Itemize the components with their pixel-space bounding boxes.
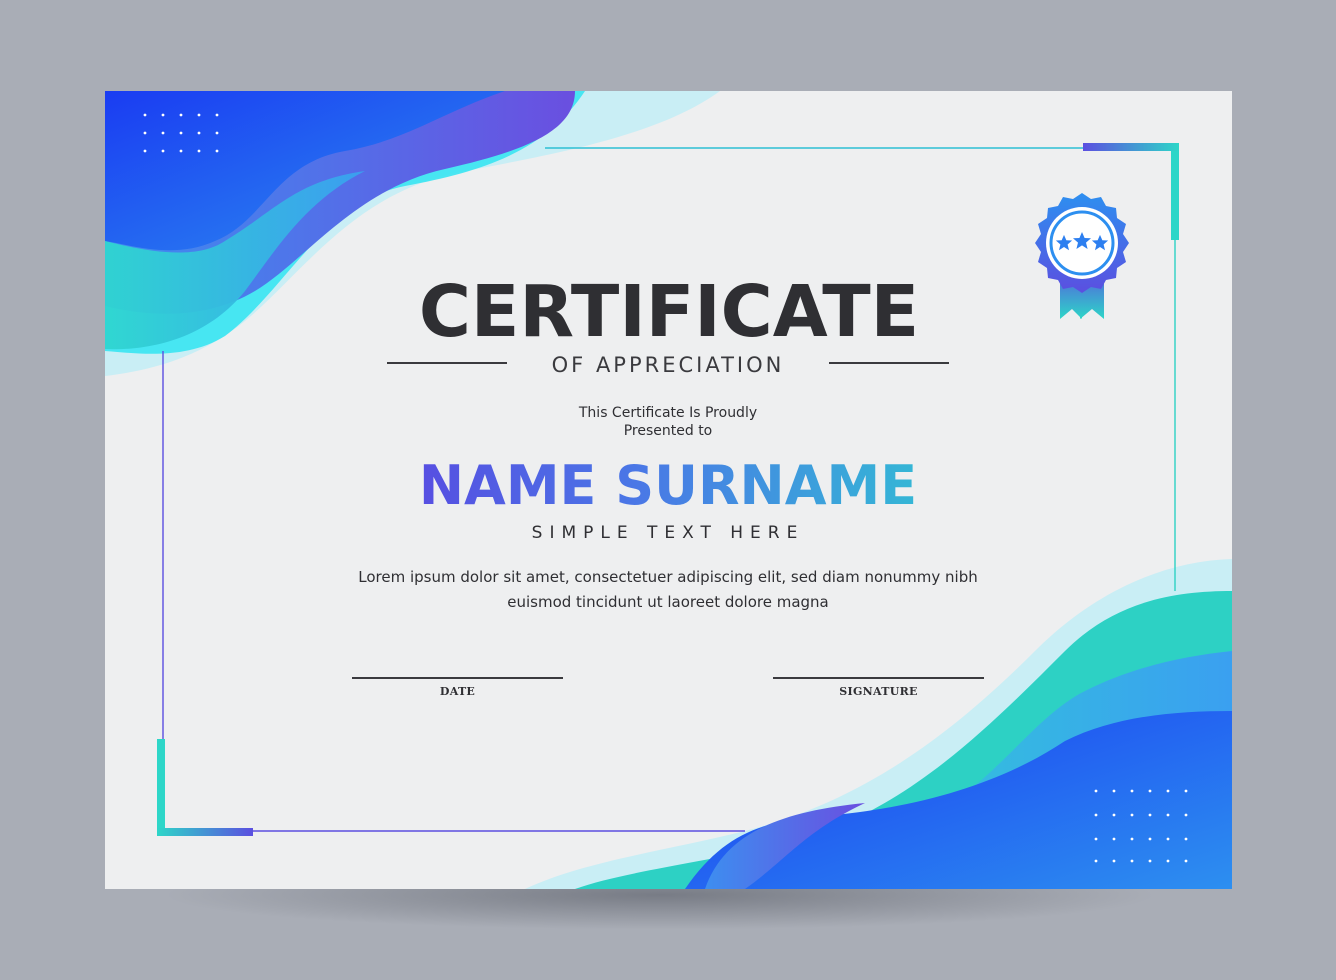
signature-label: SIGNATURE [839, 685, 918, 698]
body-line-2: euismod tincidunt ut laoreet dolore magn… [507, 593, 829, 611]
date-label: DATE [439, 685, 476, 698]
recipient-name: NAME SURNAME [335, 459, 1001, 513]
title-block: CERTIFICATE [385, 276, 953, 347]
body-text: Lorem ipsum dolor sit amet, consectetuer… [335, 565, 1001, 615]
presented-line-1: This Certificate Is Proudly [578, 405, 758, 421]
subtitle-row: OF APPRECIATION [387, 353, 949, 383]
certificate-card: CERTIFICATE OF APPRECIATION This Certifi… [105, 91, 1232, 889]
certificate-title: CERTIFICATE [418, 270, 920, 353]
subtitle-rule-right [829, 362, 949, 364]
body-line-1: Lorem ipsum dolor sit amet, consectetuer… [358, 568, 978, 586]
certificate-subtitle: OF APPRECIATION [551, 353, 785, 377]
tagline: SIMPLE TEXT HERE [531, 523, 805, 543]
award-ribbon-icon [1030, 191, 1134, 323]
date-line [352, 677, 563, 679]
presented-to-text: This Certificate Is Proudly Presented to [518, 404, 818, 440]
signature-line [773, 677, 984, 679]
presented-line-2: Presented to [623, 423, 713, 439]
